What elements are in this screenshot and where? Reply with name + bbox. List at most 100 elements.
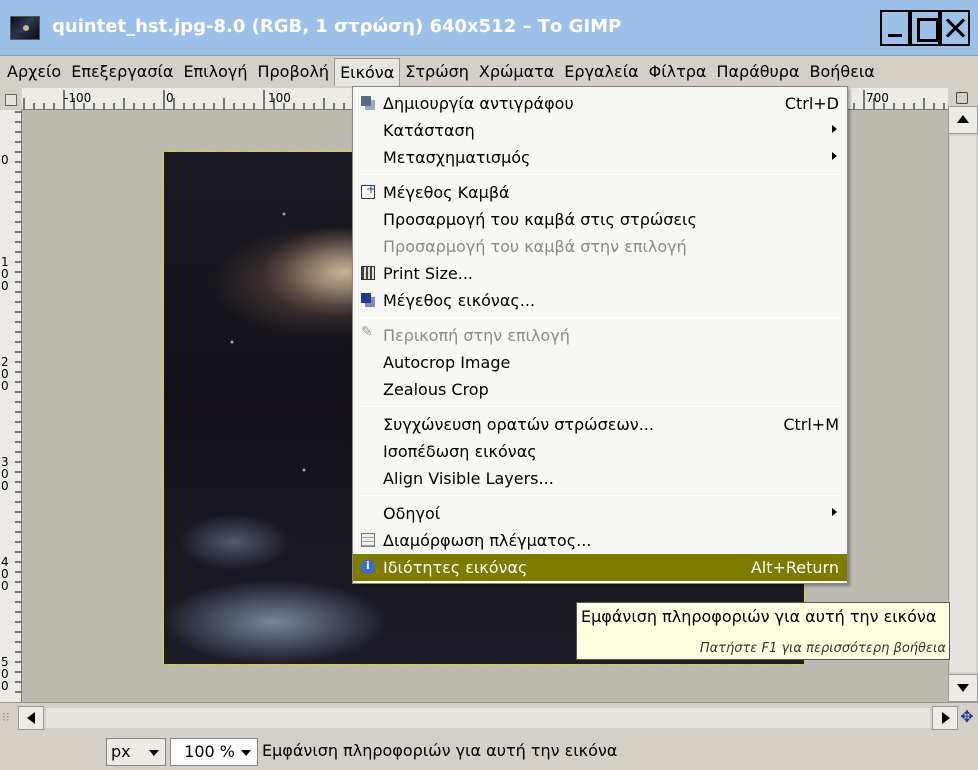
ruler-label: 0 [1, 153, 9, 167]
menu-item-shortcut: Alt+Return [750, 558, 839, 577]
menu-tools[interactable]: Εργαλεία [559, 58, 643, 86]
menu-item-label: Δημιουργία αντιγράφου [383, 94, 574, 113]
menu-separator [357, 406, 843, 407]
scroll-up-button[interactable] [948, 106, 978, 134]
vertical-scroll-thumb[interactable] [950, 136, 976, 672]
menu-item-label: Μέγεθος εικόνας... [383, 291, 536, 310]
menu-separator [357, 495, 843, 496]
menu-colors[interactable]: Χρώματα [474, 58, 559, 86]
quick-mask-toggle[interactable] [0, 88, 22, 110]
menu-item-zealous-crop[interactable]: Zealous Crop [353, 376, 847, 403]
zoom-select[interactable]: 100 % [170, 738, 258, 766]
menu-item-label: Μετασχηματισμός [383, 148, 531, 167]
info-icon [361, 559, 375, 574]
menu-item-align-layers[interactable]: Align Visible Layers... [353, 465, 847, 492]
menu-filters[interactable]: Φίλτρα [644, 58, 712, 86]
horizontal-scroll-thumb[interactable] [46, 708, 930, 728]
ruler-label: -100 [64, 91, 92, 105]
submenu-arrow-icon [832, 125, 837, 133]
menu-item-configure-grid[interactable]: Διαμόρφωση πλέγματος... [353, 527, 847, 554]
menu-help[interactable]: Βοήθεια [805, 58, 880, 86]
move-navigation-icon[interactable]: ✥ [958, 708, 976, 726]
menu-item-label: Ιδιότητες εικόνας [383, 558, 528, 577]
grid-icon [361, 533, 375, 547]
ruler-label: 700 [866, 91, 889, 105]
status-bar: px 100 % Εμφάνιση πληροφοριών για αυτή τ… [0, 732, 978, 770]
menu-view[interactable]: Προβολή [252, 58, 334, 86]
status-message: Εμφάνιση πληροφοριών για αυτή την εικόνα [262, 741, 618, 760]
menu-item-mode[interactable]: Κατάσταση [353, 117, 847, 144]
menu-item-label: Προσαρμογή του καμβά στην επιλογή [383, 237, 687, 256]
menu-item-merge-visible[interactable]: Συγχώνευση ορατών στρώσεων... Ctrl+M [353, 411, 847, 438]
image-menu: Δημιουργία αντιγράφου Ctrl+D Κατάσταση Μ… [352, 86, 848, 584]
menu-item-shortcut: Ctrl+M [783, 415, 839, 434]
menu-image[interactable]: Εικόνα [334, 58, 401, 86]
zoom-value: 100 % [184, 742, 235, 761]
menu-item-label: Zealous Crop [383, 380, 489, 399]
menu-item-label: Οδηγοί [383, 504, 441, 523]
close-button[interactable] [940, 10, 970, 46]
ruler-label: 300 [1, 455, 9, 493]
canvas-size-icon [361, 182, 376, 199]
menu-item-print-size[interactable]: Print Size... [353, 260, 847, 287]
menu-item-scale-image[interactable]: Μέγεθος εικόνας... [353, 287, 847, 314]
menu-item-fit-canvas-selection: Προσαρμογή του καμβά στην επιλογή [353, 233, 847, 260]
navigate-icon[interactable] [950, 88, 976, 108]
ruler-label: 400 [1, 555, 9, 593]
menu-item-transform[interactable]: Μετασχηματισμός [353, 144, 847, 171]
grip-icon: ⁝⁝ [2, 710, 10, 724]
menu-item-label: Προσαρμογή του καμβά στις στρώσεις [383, 210, 697, 229]
menu-file[interactable]: Αρχείο [2, 58, 66, 86]
menu-item-fit-canvas-layers[interactable]: Προσαρμογή του καμβά στις στρώσεις [353, 206, 847, 233]
minimize-button[interactable] [880, 10, 910, 46]
image-thumbnail-icon[interactable] [10, 16, 40, 40]
tooltip: Εμφάνιση πληροφοριών για αυτή την εικόνα… [576, 602, 950, 660]
menu-item-label: Περικοπή στην επιλογή [383, 326, 570, 345]
menu-select[interactable]: Επιλογή [178, 58, 252, 86]
chevron-down-icon [149, 750, 159, 756]
ruler-label: 0 [166, 91, 174, 105]
menu-item-label: Ισοπέδωση εικόνας [383, 442, 537, 461]
title-bar[interactable]: quintet_hst.jpg-8.0 (RGB, 1 στρώση) 640x… [0, 0, 978, 56]
menu-item-flatten[interactable]: Ισοπέδωση εικόνας [353, 438, 847, 465]
menu-item-label: Autocrop Image [383, 353, 511, 372]
tooltip-hint: Πατήστε F1 για περισσότερη βοήθεια [699, 641, 946, 656]
menu-bar: Αρχείο Επεξεργασία Επιλογή Προβολή Εικόν… [0, 57, 978, 87]
menu-item-shortcut: Ctrl+D [784, 94, 839, 113]
menu-edit[interactable]: Επεξεργασία [66, 58, 178, 86]
menu-item-label: Align Visible Layers... [383, 469, 554, 488]
menu-item-label: Συγχώνευση ορατών στρώσεων... [383, 415, 654, 434]
menu-windows[interactable]: Παράθυρα [711, 58, 804, 86]
ruler-label: 100 [1, 255, 9, 293]
scale-image-icon [361, 293, 375, 307]
menu-item-canvas-size[interactable]: Μέγεθος Καμβά [353, 179, 847, 206]
scroll-down-button[interactable] [948, 674, 978, 702]
scroll-left-button[interactable] [18, 706, 44, 730]
unit-select[interactable]: px [106, 738, 166, 766]
menu-item-guides[interactable]: Οδηγοί [353, 500, 847, 527]
print-size-icon [361, 266, 375, 280]
scroll-right-button[interactable] [932, 706, 958, 730]
menu-layer[interactable]: Στρώση [400, 58, 474, 86]
ruler-label: 100 [268, 91, 291, 105]
menu-item-label: Μέγεθος Καμβά [383, 183, 510, 202]
crop-icon [361, 324, 375, 342]
menu-separator [357, 174, 843, 175]
duplicate-icon [361, 96, 375, 110]
menu-item-crop-to-selection: Περικοπή στην επιλογή [353, 322, 847, 349]
menu-item-autocrop[interactable]: Autocrop Image [353, 349, 847, 376]
menu-item-label: Κατάσταση [383, 121, 475, 140]
ruler-label: 200 [1, 355, 9, 393]
submenu-arrow-icon [832, 152, 837, 160]
vertical-ruler[interactable]: 0 100 200 300 400 500 [0, 110, 22, 702]
menu-separator [357, 317, 843, 318]
menu-item-label: Διαμόρφωση πλέγματος... [383, 531, 592, 550]
menu-item-label: Print Size... [383, 264, 473, 283]
tooltip-text: Εμφάνιση πληροφοριών για αυτή την εικόνα [581, 607, 937, 626]
maximize-button[interactable] [910, 10, 940, 46]
menu-item-image-properties[interactable]: Ιδιότητες εικόνας Alt+Return [353, 554, 847, 581]
ruler-label: 500 [1, 655, 9, 693]
window-title: quintet_hst.jpg-8.0 (RGB, 1 στρώση) 640x… [52, 16, 622, 37]
menu-item-duplicate[interactable]: Δημιουργία αντιγράφου Ctrl+D [353, 90, 847, 117]
unit-value: px [111, 742, 131, 761]
